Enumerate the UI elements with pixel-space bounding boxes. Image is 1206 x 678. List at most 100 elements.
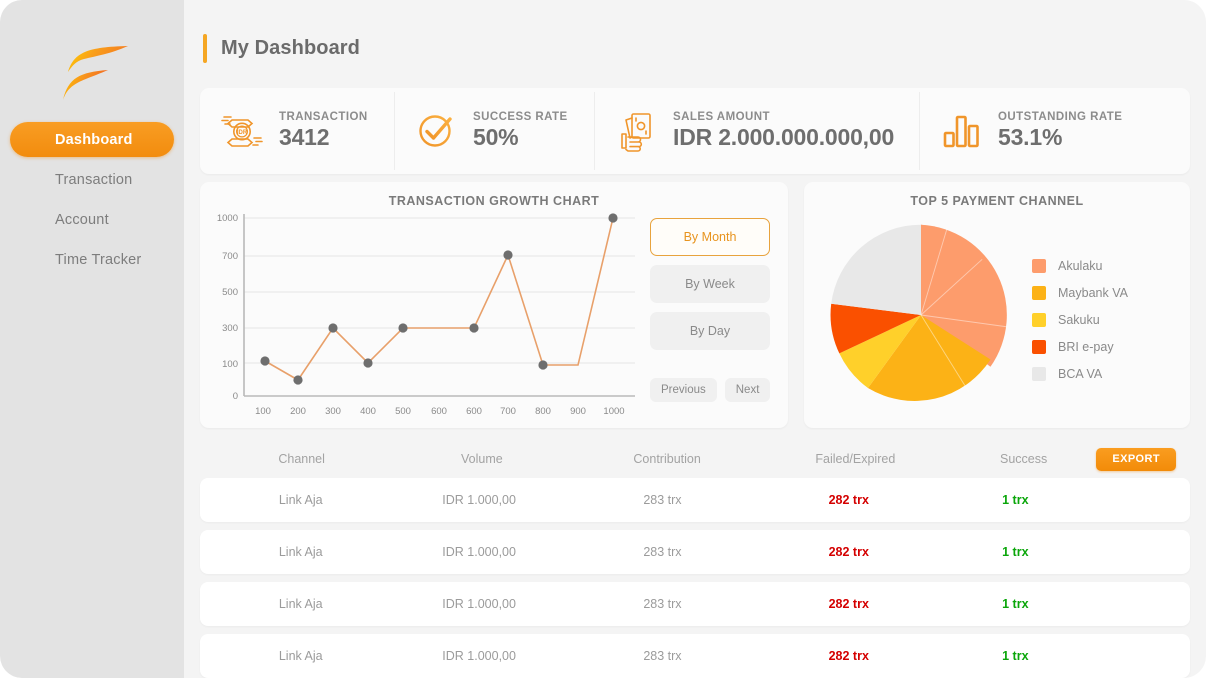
pie-chart-svg	[830, 224, 1007, 401]
svg-text:600: 600	[466, 406, 482, 417]
stat-value: 53.1%	[998, 124, 1063, 150]
cell-volume: IDR 1.000,00	[442, 597, 516, 611]
export-button-label: EXPORT	[1112, 453, 1160, 465]
table-header-row: Channel Volume Contribution Failed/Expir…	[200, 440, 1190, 478]
column-header-channel: Channel	[278, 452, 325, 466]
sidebar-item-label: Transaction	[55, 171, 133, 188]
column-header-failed-expired: Failed/Expired	[815, 452, 896, 466]
stat-transaction: IDR TRANSACTION 3412	[200, 88, 394, 174]
svg-text:100: 100	[222, 359, 238, 370]
cell-success: 1 trx	[1002, 597, 1029, 611]
bar-chart-icon	[943, 115, 979, 148]
previous-button-label: Previous	[661, 384, 706, 396]
stat-label: SUCCESS RATE	[473, 111, 568, 123]
sidebar-item-label: Time Tracker	[55, 251, 142, 268]
coin-stack-idr-icon: IDR	[221, 116, 263, 147]
previous-button[interactable]: Previous	[650, 378, 717, 402]
legend-swatch	[1032, 339, 1046, 354]
svg-text:700: 700	[500, 406, 516, 417]
stat-label: SALES AMOUNT	[673, 111, 770, 123]
channel-table: Channel Volume Contribution Failed/Expir…	[200, 440, 1190, 678]
legend-item-sakuku: Sakuku	[1032, 306, 1128, 333]
sidebar-nav: Dashboard Transaction Account Time Track…	[0, 122, 184, 282]
legend-swatch	[1032, 366, 1046, 381]
pie-legend: Akulaku Maybank VA Sakuku BRI e-pay BCA …	[1032, 252, 1128, 387]
legend-swatch	[1032, 258, 1046, 273]
stat-label: TRANSACTION	[279, 111, 368, 123]
legend-label: BRI e-pay	[1058, 339, 1114, 354]
f-logo-icon	[63, 46, 128, 100]
svg-text:500: 500	[395, 406, 411, 417]
cell-contribution: 283 trx	[643, 545, 682, 559]
stat-value: 50%	[473, 124, 519, 150]
top-payment-channel-panel: TOP 5 PAYMENT CHANNEL Akulaku Maybank VA…	[804, 182, 1190, 428]
legend-item-akulaku: Akulaku	[1032, 252, 1128, 279]
range-button-by-day[interactable]: By Day	[650, 312, 770, 350]
cell-volume: IDR 1.000,00	[442, 545, 516, 559]
range-button-group: By Month By Week By Day	[650, 218, 770, 359]
svg-text:700: 700	[222, 251, 238, 262]
transaction-growth-panel: TRANSACTION GROWTH CHART 1000 700 500 30…	[200, 182, 788, 428]
cell-volume: IDR 1.000,00	[442, 649, 516, 663]
cell-channel: Link Aja	[278, 545, 323, 559]
sidebar-item-label: Account	[55, 211, 109, 228]
cell-volume: IDR 1.000,00	[442, 493, 516, 507]
column-header-contribution: Contribution	[633, 452, 701, 466]
dashboard-app: Dashboard Transaction Account Time Track…	[0, 0, 1206, 678]
range-button-label: By Month	[683, 230, 737, 244]
table-row[interactable]: Link Aja IDR 1.000,00 283 trx 282 trx 1 …	[200, 478, 1190, 522]
stat-success-rate: SUCCESS RATE 50%	[394, 88, 594, 174]
legend-label: Akulaku	[1058, 258, 1103, 273]
sidebar-item-account[interactable]: Account	[10, 202, 174, 237]
cell-failed: 282 trx	[828, 545, 869, 559]
stat-outstanding-rate: OUTSTANDING RATE 53.1%	[919, 88, 1190, 174]
legend-item-bri-e-pay: BRI e-pay	[1032, 333, 1128, 360]
legend-item-bca-va: BCA VA	[1032, 360, 1128, 387]
cell-failed: 282 trx	[828, 597, 869, 611]
export-button[interactable]: EXPORT	[1096, 447, 1176, 471]
stat-value: 3412	[279, 124, 330, 150]
title-accent-bar	[203, 34, 207, 63]
page-title: My Dashboard	[221, 37, 361, 59]
stats-card-strip: IDR TRANSACTION 3412 SUCCESS RATE 50% SA…	[200, 88, 1190, 174]
cell-failed: 282 trx	[828, 493, 869, 507]
table-row[interactable]: Link Aja IDR 1.000,00 283 trx 282 trx 1 …	[200, 634, 1190, 678]
pie-chart	[826, 220, 1016, 410]
next-button[interactable]: Next	[724, 378, 771, 402]
cell-channel: Link Aja	[278, 649, 323, 663]
svg-text:300: 300	[222, 323, 238, 334]
legend-label: BCA VA	[1058, 366, 1103, 381]
legend-label: Maybank VA	[1058, 285, 1128, 300]
cell-success: 1 trx	[1002, 649, 1029, 663]
svg-text:1000: 1000	[217, 213, 238, 224]
range-button-label: By Week	[685, 277, 735, 291]
sidebar-item-dashboard[interactable]: Dashboard	[10, 122, 174, 157]
table-row[interactable]: Link Aja IDR 1.000,00 283 trx 282 trx 1 …	[200, 530, 1190, 574]
cell-channel: Link Aja	[278, 493, 323, 507]
svg-text:800: 800	[535, 406, 551, 417]
next-button-label: Next	[735, 384, 760, 396]
table-row[interactable]: Link Aja IDR 1.000,00 283 trx 282 trx 1 …	[200, 582, 1190, 626]
stat-value: IDR 2.000.000.000,00	[673, 124, 895, 150]
app-logo	[0, 38, 184, 108]
svg-text:IDR: IDR	[237, 130, 248, 136]
svg-text:900: 900	[570, 406, 586, 417]
cell-channel: Link Aja	[278, 597, 323, 611]
page-header: My Dashboard	[203, 32, 360, 65]
check-circle-icon	[419, 115, 452, 147]
svg-text:300: 300	[325, 406, 341, 417]
legend-item-maybank-va: Maybank VA	[1032, 279, 1128, 306]
svg-text:200: 200	[290, 406, 306, 417]
stat-sales-amount: SALES AMOUNT IDR 2.000.000.000,00	[594, 88, 919, 174]
svg-text:500: 500	[222, 287, 238, 298]
range-button-by-week[interactable]: By Week	[650, 265, 770, 303]
growth-chart-title: TRANSACTION GROWTH CHART	[388, 194, 600, 208]
sidebar-item-transaction[interactable]: Transaction	[10, 162, 174, 197]
range-button-by-month[interactable]: By Month	[650, 218, 770, 256]
pie-chart-title: TOP 5 PAYMENT CHANNEL	[910, 194, 1084, 208]
sidebar-item-time-tracker[interactable]: Time Tracker	[10, 242, 174, 277]
cell-contribution: 283 trx	[643, 597, 682, 611]
svg-text:400: 400	[360, 406, 376, 417]
cell-failed: 282 trx	[828, 649, 869, 663]
sidebar-item-label: Dashboard	[55, 131, 133, 148]
